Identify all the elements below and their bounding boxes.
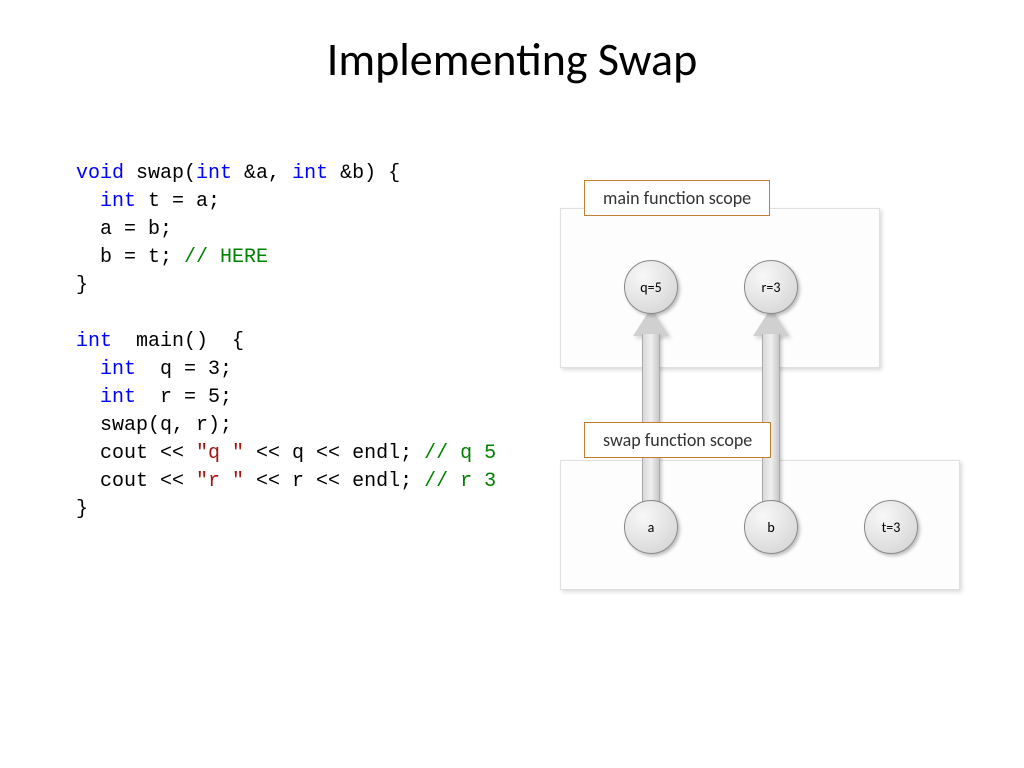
code-text: swap(q, r);	[76, 414, 232, 437]
string: "r "	[196, 470, 244, 493]
main-scope-box	[560, 208, 880, 368]
node-a: a	[624, 500, 678, 554]
comment: // HERE	[184, 246, 268, 269]
code-text: main() {	[112, 330, 244, 353]
code-text: swap(	[124, 162, 196, 185]
kw-void: void	[76, 162, 124, 185]
code-text: b = t;	[76, 246, 184, 269]
node-q: q=5	[624, 260, 678, 314]
kw-int: int	[292, 162, 328, 185]
main-scope-label: main function scope	[584, 180, 770, 216]
kw-int: int	[100, 190, 136, 213]
string: "q "	[196, 442, 244, 465]
slide-title: Implementing Swap	[0, 0, 1024, 88]
scope-diagram: main function scope swap function scope …	[560, 160, 980, 620]
code-text: &a,	[232, 162, 292, 185]
code-text: a = b;	[76, 218, 172, 241]
code-text: << q << endl;	[244, 442, 424, 465]
comment: // q 5	[424, 442, 496, 465]
comment: // r 3	[424, 470, 496, 493]
kw-int: int	[100, 386, 136, 409]
code-text: &b) {	[328, 162, 400, 185]
node-r: r=3	[744, 260, 798, 314]
kw-int: int	[196, 162, 232, 185]
code-block: void swap(int &a, int &b) { int t = a; a…	[76, 160, 496, 524]
kw-int: int	[76, 330, 112, 353]
node-t: t=3	[864, 500, 918, 554]
swap-scope-label: swap function scope	[584, 422, 771, 458]
code-text: q = 3;	[136, 358, 232, 381]
code-text: cout <<	[76, 470, 196, 493]
code-text: r = 5;	[136, 386, 232, 409]
code-text: cout <<	[76, 442, 196, 465]
code-text: t = a;	[136, 190, 220, 213]
node-b: b	[744, 500, 798, 554]
kw-int: int	[100, 358, 136, 381]
code-text: }	[76, 498, 88, 521]
code-text: << r << endl;	[244, 470, 424, 493]
code-text: }	[76, 274, 88, 297]
